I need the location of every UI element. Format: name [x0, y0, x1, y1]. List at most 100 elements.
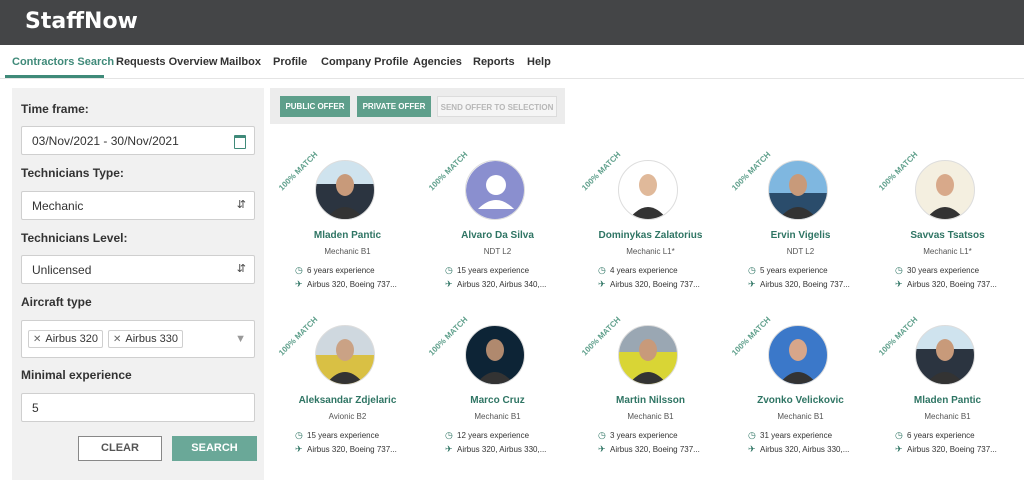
contractor-name[interactable]: Ervin Vigelis [728, 230, 873, 241]
aircraft-line: ✈ Airbus 320, Airbus 330,... [748, 444, 849, 455]
airplane-icon: ✈ [895, 279, 903, 289]
aircraft-line: ✈ Airbus 320, Boeing 737... [598, 279, 700, 290]
contractor-role: Avionic B2 [328, 412, 367, 421]
contractor-role: Mechanic B1 [474, 412, 521, 421]
airplane-icon: ✈ [748, 444, 756, 454]
aircraft-line: ✈ Airbus 320, Boeing 737... [748, 279, 850, 290]
tech-level-label: Technicians Level: [21, 231, 128, 245]
offer-toolbar: PUBLIC OFFER PRIVATE OFFER SEND OFFER TO… [270, 88, 565, 124]
experience-line: ◷ 6 years experience [295, 265, 375, 276]
main-nav: Contractors Search Requests Overview Mai… [0, 48, 1024, 79]
avatar[interactable] [618, 160, 678, 220]
airplane-icon: ✈ [295, 444, 303, 454]
avatar[interactable] [465, 160, 525, 220]
contractor-name[interactable]: Marco Cruz [425, 395, 570, 406]
contractor-name[interactable]: Martin Nilsson [578, 395, 723, 406]
nav-mailbox[interactable]: Mailbox [220, 56, 261, 68]
match-badge: 100% MATCH [877, 149, 920, 193]
calendar-icon[interactable] [234, 135, 246, 149]
search-button[interactable]: SEARCH [172, 436, 257, 461]
aircraft-type-label: Aircraft type [21, 295, 92, 309]
public-offer-button[interactable]: PUBLIC OFFER [280, 96, 350, 117]
nav-requests-overview[interactable]: Requests Overview [116, 56, 218, 68]
aircraft-text: Airbus 320, Boeing 737... [610, 445, 700, 454]
aircraft-line: ✈ Airbus 320, Boeing 737... [598, 444, 700, 455]
airplane-icon: ✈ [445, 279, 453, 289]
aircraft-line: ✈ Airbus 320, Boeing 737... [895, 279, 997, 290]
contractor-name[interactable]: Mladen Pantic [875, 395, 1020, 406]
airplane-icon: ✈ [598, 444, 606, 454]
contractor-card[interactable]: 100% MATCH Dominykas Zalatorius Mechanic L… [578, 150, 723, 300]
avatar[interactable] [915, 160, 975, 220]
remove-tag-icon[interactable]: ✕ [113, 334, 121, 345]
contractor-card[interactable]: 100% MATCH Marco Cruz Mechanic B1 ◷ 12 years… [425, 315, 570, 465]
clear-button[interactable]: CLEAR [78, 436, 162, 461]
clock-icon: ◷ [895, 430, 903, 440]
experience-line: ◷ 30 years experience [895, 265, 979, 276]
match-badge: 100% MATCH [730, 314, 773, 358]
aircraft-line: ✈ Airbus 320, Boeing 737... [295, 444, 397, 455]
contractor-name[interactable]: Dominykas Zalatorius [578, 230, 723, 241]
private-offer-button[interactable]: PRIVATE OFFER [357, 96, 431, 117]
avatar[interactable] [618, 325, 678, 385]
avatar[interactable] [768, 325, 828, 385]
nav-contractors-search[interactable]: Contractors Search [12, 56, 114, 68]
chevron-down-icon[interactable]: ▼ [235, 333, 246, 345]
min-experience-input[interactable]: 5 [21, 393, 255, 422]
contractor-name[interactable]: Aleksandar Zdjelaric [275, 395, 420, 406]
nav-company-profile[interactable]: Company Profile [321, 56, 408, 68]
staffnow-logo[interactable]: StaffNow [25, 9, 138, 34]
contractor-card[interactable]: 100% MATCH Alvaro Da Silva NDT L2 ◷ 15 years… [425, 150, 570, 300]
contractor-role: NDT L2 [483, 247, 512, 256]
tech-level-select[interactable]: Unlicensed ⇵ [21, 255, 255, 284]
nav-reports[interactable]: Reports [473, 56, 515, 68]
remove-tag-icon[interactable]: ✕ [33, 334, 41, 345]
contractor-card[interactable]: 100% MATCH Ervin Vigelis NDT L2 ◷ 5 years ex… [728, 150, 873, 300]
experience-line: ◷ 31 years experience [748, 430, 832, 441]
avatar[interactable] [465, 325, 525, 385]
experience-line: ◷ 3 years experience [598, 430, 678, 441]
clock-icon: ◷ [748, 430, 756, 440]
clock-icon: ◷ [295, 430, 303, 440]
time-frame-input[interactable]: 03/Nov/2021 - 30/Nov/2021 [21, 126, 255, 155]
nav-help[interactable]: Help [527, 56, 551, 68]
contractor-card[interactable]: 100% MATCH Aleksandar Zdjelaric Avionic B2… [275, 315, 420, 465]
aircraft-line: ✈ Airbus 320, Airbus 330,... [445, 444, 546, 455]
airplane-icon: ✈ [748, 279, 756, 289]
time-frame-label: Time frame: [21, 102, 89, 116]
contractor-name[interactable]: Savvas Tsatsos [875, 230, 1020, 241]
tech-type-select[interactable]: Mechanic ⇵ [21, 191, 255, 220]
experience-line: ◷ 6 years experience [895, 430, 975, 441]
avatar[interactable] [915, 325, 975, 385]
nav-agencies[interactable]: Agencies [413, 56, 462, 68]
clock-icon: ◷ [445, 265, 453, 275]
time-frame-value: 03/Nov/2021 - 30/Nov/2021 [32, 134, 179, 148]
aircraft-line: ✈ Airbus 320, Airbus 340,... [445, 279, 546, 290]
aircraft-text: Airbus 320, Boeing 737... [907, 445, 997, 454]
aircraft-type-multiselect[interactable]: ✕ Airbus 320 ✕ Airbus 330 ▼ [21, 320, 255, 358]
contractor-role: Mechanic B1 [324, 247, 371, 256]
contractor-card[interactable]: 100% MATCH Mladen Pantic Mechanic B1 ◷ 6 yea… [275, 150, 420, 300]
aircraft-text: Airbus 320, Boeing 737... [907, 280, 997, 289]
aircraft-text: Airbus 320, Boeing 737... [610, 280, 700, 289]
contractor-role: Mechanic L1* [923, 247, 972, 256]
avatar[interactable] [315, 325, 375, 385]
sort-arrows-icon: ⇵ [236, 199, 246, 211]
nav-profile[interactable]: Profile [273, 56, 307, 68]
contractor-card[interactable]: 100% MATCH Mladen Pantic Mechanic B1 ◷ 6 yea… [875, 315, 1020, 465]
send-offer-button[interactable]: SEND OFFER TO SELECTION [437, 96, 557, 117]
avatar[interactable] [315, 160, 375, 220]
experience-text: 3 years experience [610, 431, 678, 440]
contractor-name[interactable]: Zvonko Velickovic [728, 395, 873, 406]
contractor-name[interactable]: Alvaro Da Silva [425, 230, 570, 241]
avatar[interactable] [768, 160, 828, 220]
tech-level-value: Unlicensed [32, 263, 92, 277]
contractor-card[interactable]: 100% MATCH Martin Nilsson Mechanic B1 ◷ 3 ye… [578, 315, 723, 465]
contractor-card[interactable]: 100% MATCH Savvas Tsatsos Mechanic L1* ◷ 30 … [875, 150, 1020, 300]
contractor-name[interactable]: Mladen Pantic [275, 230, 420, 241]
airplane-icon: ✈ [895, 444, 903, 454]
airplane-icon: ✈ [295, 279, 303, 289]
match-badge: 100% MATCH [877, 314, 920, 358]
experience-text: 31 years experience [760, 431, 833, 440]
contractor-card[interactable]: 100% MATCH Zvonko Velickovic Mechanic B1 ◷ 3… [728, 315, 873, 465]
